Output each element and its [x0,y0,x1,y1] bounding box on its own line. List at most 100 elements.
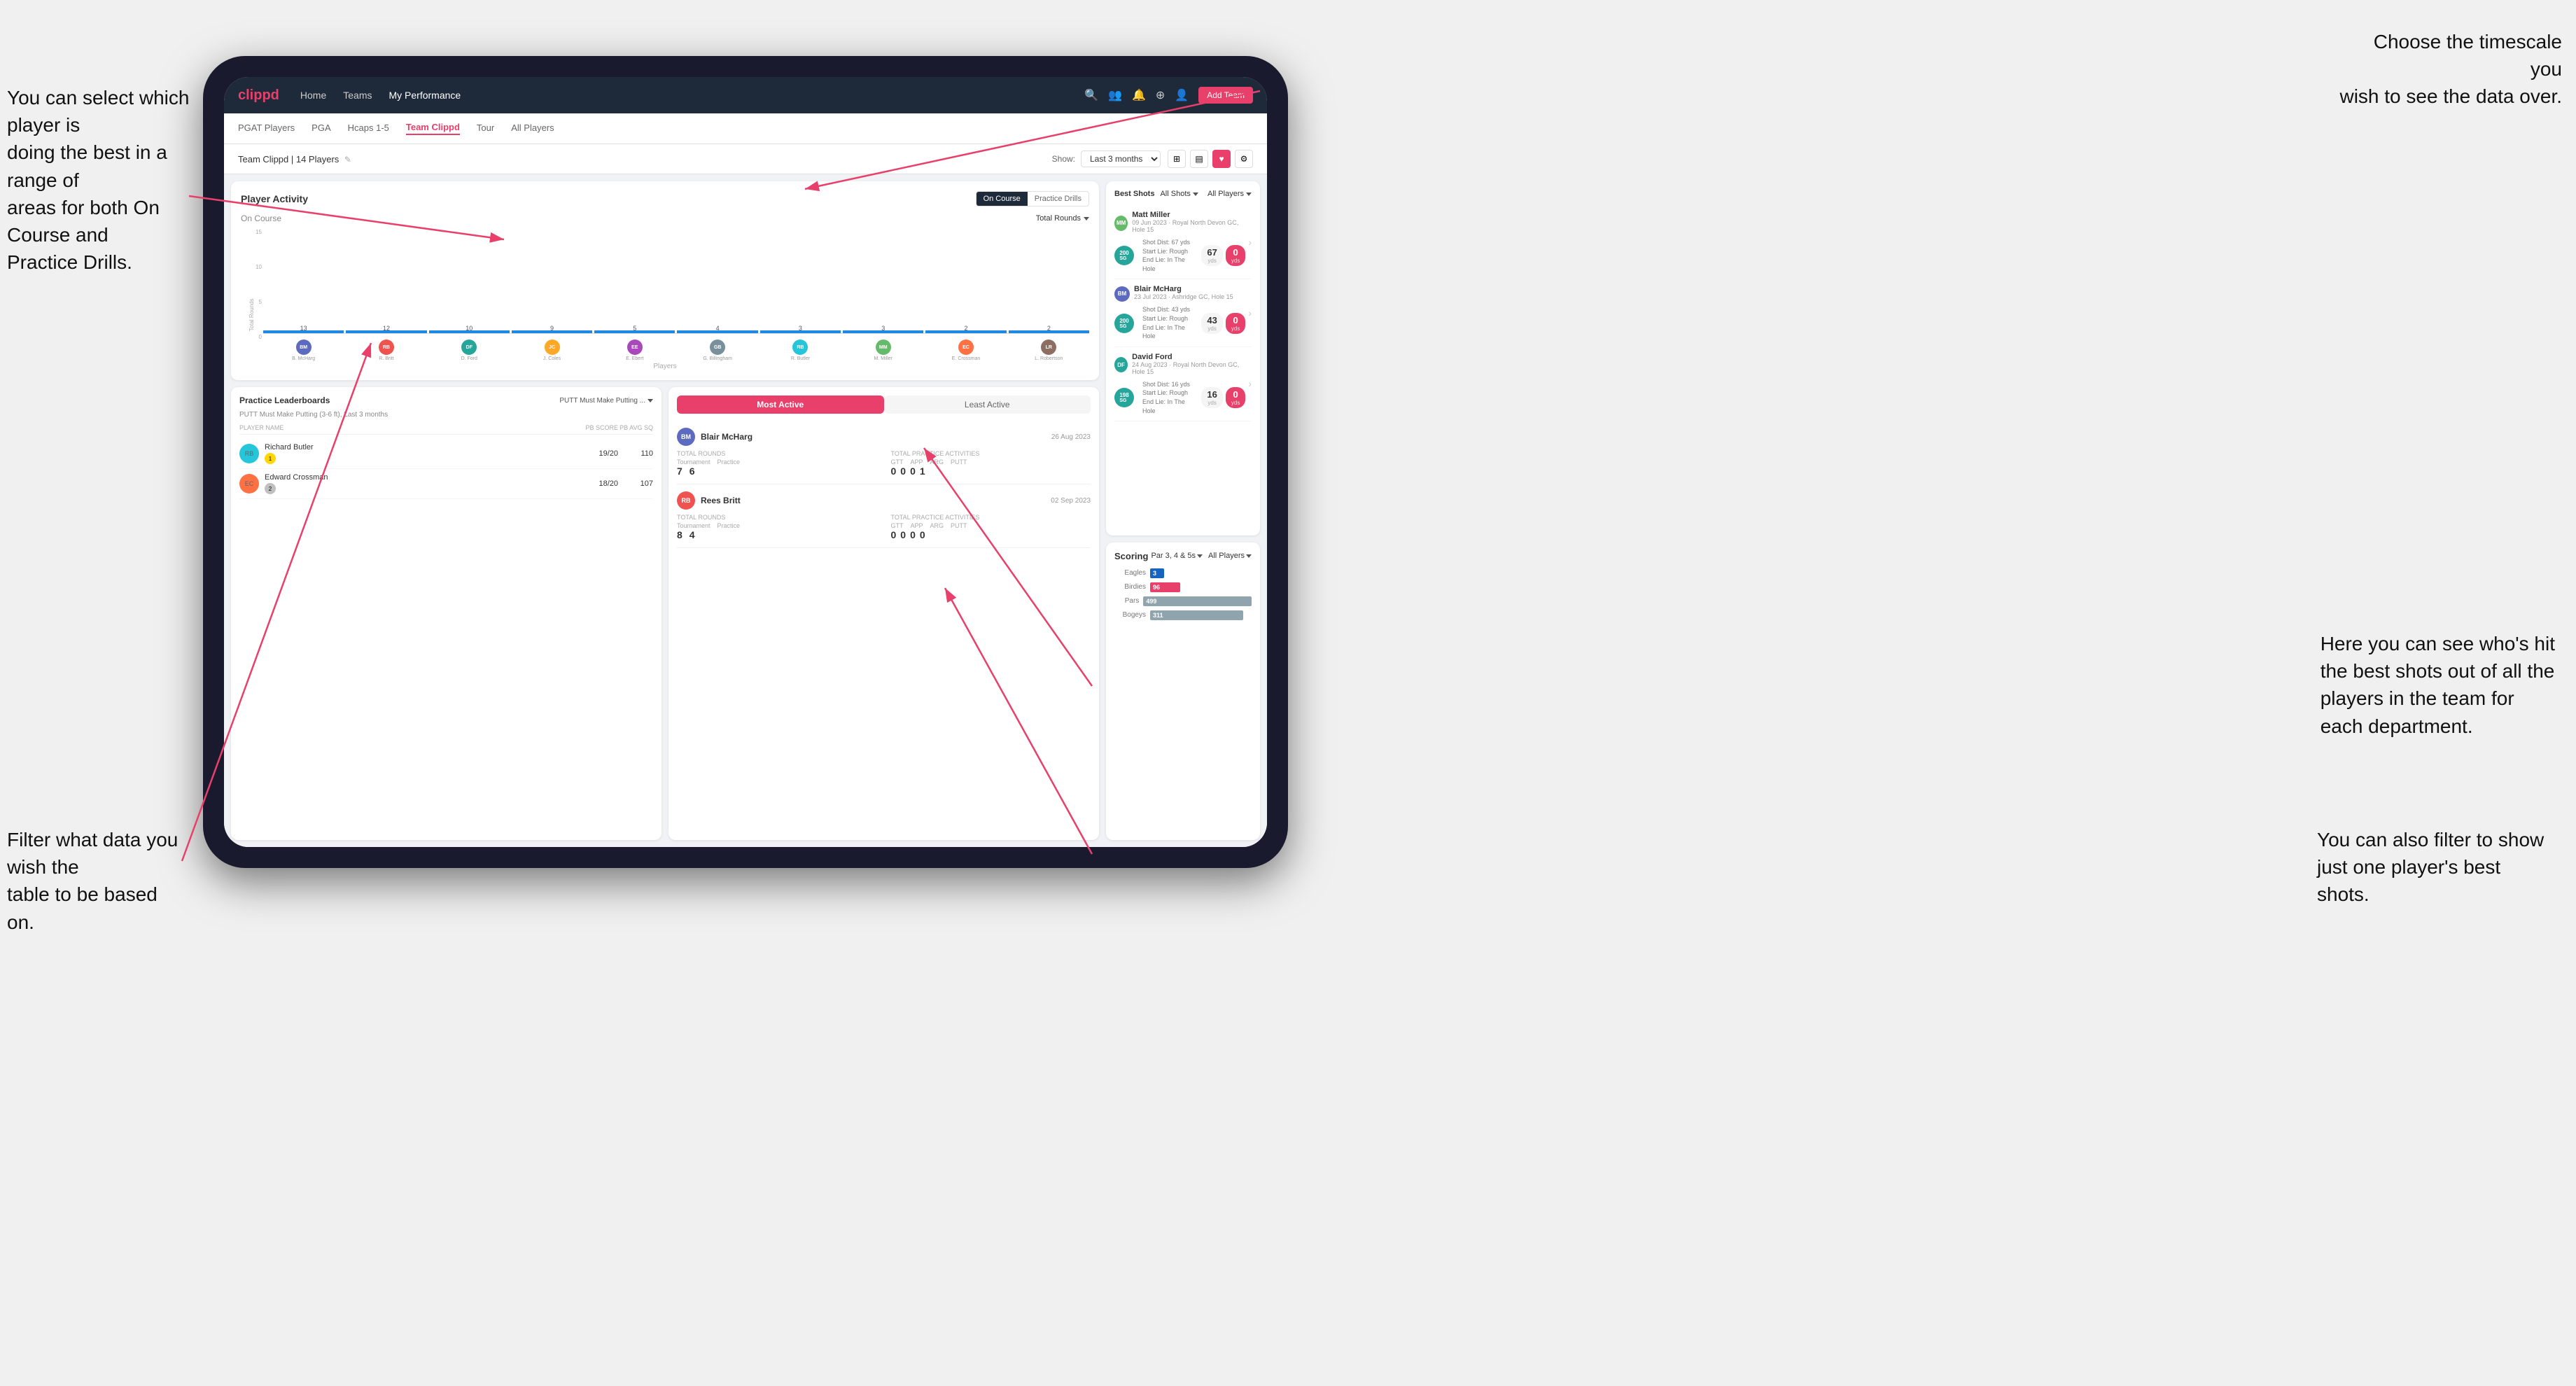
bar-item-1: 12 [346,325,426,333]
avatar-6: RB [792,340,808,355]
scoring-par-chevron-icon [1197,554,1203,558]
bar-item-8: 2 [925,325,1006,333]
add-team-button[interactable]: Add Team [1198,87,1253,104]
all-players-select[interactable]: All Players [1208,190,1252,198]
scoring-bar-bogeys: Bogeys 311 [1114,610,1252,620]
course-toggle-group: On Course Practice Drills [976,191,1089,206]
tab-teamclippd[interactable]: Team Clippd [406,122,460,135]
avatar-3: JC [545,340,560,355]
team-name: Team Clippd | 14 Players ✎ [238,154,1052,164]
shot-row-2[interactable]: DF David Ford 24 Aug 2023 · Royal North … [1114,347,1252,421]
player-avatars: BM RB DF JC EE GB RB MM EC LR [263,337,1089,355]
x-axis-labels: B. McHarg R. Britt D. Ford J. Coles E. E… [263,356,1089,361]
shot-row-0[interactable]: MM Matt Miller 09 Jun 2023 · Royal North… [1114,205,1252,279]
scoring-bar-birdies: Birdies 96 [1114,582,1252,592]
x-label-6: R. Butler [760,356,841,361]
leaderboard-card: Practice Leaderboards PUTT Must Make Put… [231,387,662,840]
nav-link-home[interactable]: Home [300,90,326,101]
view-settings-icon[interactable]: ⚙ [1235,150,1253,168]
on-course-btn[interactable]: On Course [976,192,1028,206]
chart-filter-dropdown[interactable]: Total Rounds [1036,214,1089,223]
lb-header: Practice Leaderboards PUTT Must Make Put… [239,396,653,405]
left-panel: Player Activity On Course Practice Drill… [231,181,1099,840]
people-icon[interactable]: 👥 [1108,88,1122,102]
x-label-1: R. Britt [346,356,426,361]
activity-stats-1: Total Rounds Tournament Practice 8 4 [677,514,1091,540]
shots-header: Best Shots All Shots All Players [1114,190,1252,198]
edit-icon[interactable]: ✎ [344,155,351,164]
leaderboard-row-0[interactable]: RB Richard Butler 1 19/20 110 [239,439,653,469]
activity-header: Most Active Least Active [677,396,1091,414]
bar-item-0: 13 [263,325,344,333]
view-list-icon[interactable]: ▤ [1190,150,1208,168]
leaderboard-row-1[interactable]: EC Edward Crossman 2 18/20 107 [239,469,653,499]
bell-icon[interactable]: 🔔 [1132,88,1146,102]
lb-avatar-0: RB [239,444,259,463]
tab-pga[interactable]: PGA [312,122,330,134]
chart-section-title: On Course [241,214,281,223]
scoring-players-chevron-icon [1246,554,1252,558]
tab-pgat[interactable]: PGAT Players [238,122,295,134]
avatar-0: BM [296,340,312,355]
best-shots-filter[interactable]: Best Shots [1114,190,1154,198]
nav-link-myperformance[interactable]: My Performance [388,90,461,101]
add-icon[interactable]: ⊕ [1156,88,1165,102]
lb-filter[interactable]: PUTT Must Make Putting ... [559,397,653,405]
most-active-tab[interactable]: Most Active [677,396,884,414]
x-label-8: E. Crossman [925,356,1006,361]
shot-player-info-2: DF David Ford 24 Aug 2023 · Royal North … [1114,353,1245,415]
bar-item-4: 5 [594,325,675,333]
lb-sub: PUTT Must Make Putting (3-6 ft), Last 3 … [239,411,653,419]
scoring-filter-players[interactable]: All Players [1208,552,1252,560]
shot-badge-0: 200 SG [1114,246,1134,265]
activity-card: Most Active Least Active BM Blair McHarg… [668,387,1099,840]
activity-row-1: RB Rees Britt 02 Sep 2023 Total Rounds T… [677,484,1091,548]
x-label-9: L. Robertson [1009,356,1089,361]
profile-icon[interactable]: 👤 [1175,88,1189,102]
annotation-3: Filter what data you wish thetable to be… [7,826,189,936]
shot-player-info-1: BM Blair McHarg 23 Jul 2023 · Ashridge G… [1114,285,1245,340]
shots-chevron-icon [1193,192,1198,196]
shot-row-1[interactable]: BM Blair McHarg 23 Jul 2023 · Ashridge G… [1114,279,1252,346]
view-grid-icon[interactable]: ⊞ [1168,150,1186,168]
tab-tour[interactable]: Tour [477,122,494,134]
bar-item-2: 10 [429,325,510,333]
all-shots-filter[interactable]: All Shots [1160,190,1198,198]
shot-avatar-2: DF [1114,357,1128,372]
team-header: Team Clippd | 14 Players ✎ Show: Last 3 … [224,144,1267,174]
lb-avatar-1: EC [239,474,259,493]
scoring-filter-pars[interactable]: Par 3, 4 & 5s [1151,552,1203,560]
annotation-4: Here you can see who's hitthe best shots… [2320,630,2555,740]
timeframe-select[interactable]: Last 3 months Last 6 months Last year [1081,150,1161,167]
avatar-1: RB [379,340,394,355]
chart-section-header: On Course Total Rounds [241,214,1089,223]
avatar-8: EC [958,340,974,355]
least-active-tab[interactable]: Least Active [884,396,1091,414]
tab-hcaps[interactable]: Hcaps 1-5 [348,122,389,134]
card-header: Player Activity On Course Practice Drill… [241,191,1089,206]
nav-logo: clippd [238,88,279,104]
x-label-3: J. Coles [512,356,592,361]
shot-metrics-2: 16 yds 0 yds [1201,387,1245,408]
tab-allplayers[interactable]: All Players [511,122,554,134]
shot-player-info-0: MM Matt Miller 09 Jun 2023 · Royal North… [1114,211,1245,273]
practice-drills-btn[interactable]: Practice Drills [1028,192,1088,206]
nav-link-teams[interactable]: Teams [343,90,372,101]
shot-details-0: Shot Dist: 67 yds Start Lie: Rough End L… [1142,238,1197,273]
bar-chart-area: 15 10 5 0 Total Rounds 13 [241,229,1089,361]
lb-rank-0: 1 [265,453,276,464]
show-label: Show: [1052,154,1075,164]
lb-player-info-0: Richard Butler 1 [265,443,583,464]
lb-rank-1: 2 [265,483,276,494]
scoring-title: Scoring [1114,551,1148,561]
x-axis-title: Players [241,363,1089,370]
activity-avatar-0: BM [677,428,695,446]
avatar-2: DF [461,340,477,355]
scoring-filters: Par 3, 4 & 5s All Players [1151,552,1252,560]
bottom-left: Practice Leaderboards PUTT Must Make Put… [231,387,1099,840]
bar-item-5: 4 [677,325,757,333]
shot-chevron-1-icon: › [1248,307,1252,318]
search-icon[interactable]: 🔍 [1084,88,1098,102]
view-chart-icon[interactable]: ♥ [1212,150,1231,168]
x-label-5: G. Billingham [677,356,757,361]
